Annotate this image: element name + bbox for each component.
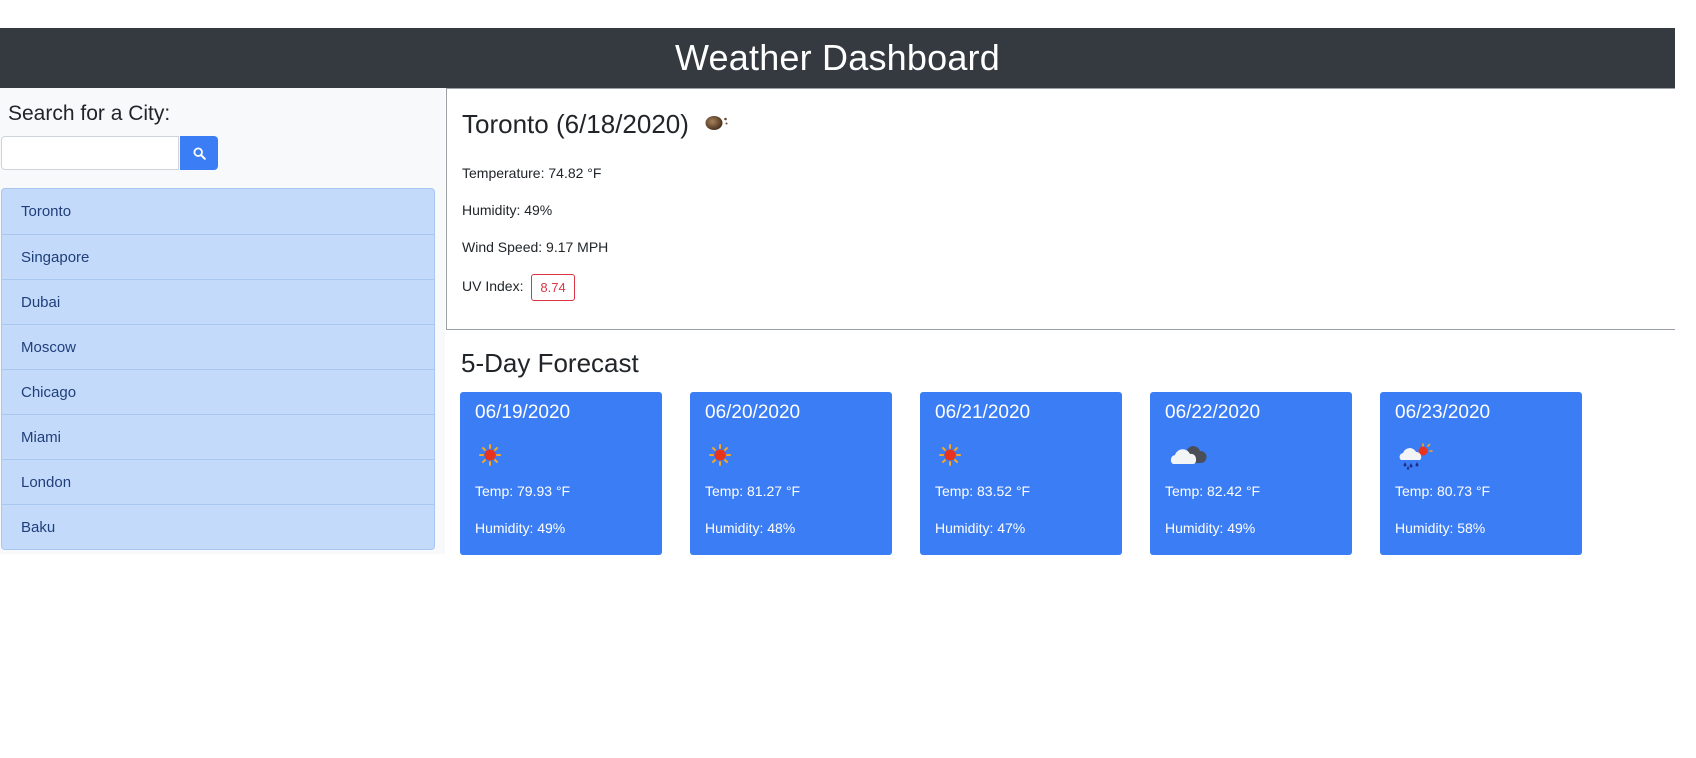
- moon-clear-icon: [703, 109, 731, 140]
- forecast-humidity: Humidity: 48%: [705, 520, 796, 536]
- forecast-humidity: Humidity: 49%: [1165, 520, 1256, 536]
- forecast-title: 5-Day Forecast: [461, 348, 639, 378]
- city-history-list: Toronto Singapore Dubai Moscow Chicago M…: [1, 188, 435, 550]
- current-humidity: Humidity: 49%: [462, 202, 553, 218]
- forecast-humidity: Humidity: 49%: [475, 520, 566, 536]
- forecast-date: 06/21/2020: [935, 402, 1031, 423]
- forecast-humidity: Humidity: 58%: [1395, 520, 1486, 536]
- city-item-baku[interactable]: Baku: [2, 504, 434, 549]
- forecast-date: 06/20/2020: [705, 402, 801, 423]
- city-item-london[interactable]: London: [2, 459, 434, 504]
- current-temperature: Temperature: 74.82 °F: [462, 165, 602, 181]
- cloudy-icon: [1167, 442, 1211, 473]
- forecast-humidity: Humidity: 47%: [935, 520, 1026, 536]
- search-title: Search for a City:: [8, 102, 171, 125]
- page: Weather Dashboard Search for a City: Tor…: [0, 0, 1696, 758]
- forecast-temp: Temp: 82.42 °F: [1165, 483, 1261, 499]
- forecast-temp: Temp: 81.27 °F: [705, 483, 801, 499]
- current-uv-row: UV Index: 8.74: [462, 274, 575, 301]
- page-title: Weather Dashboard: [675, 37, 1000, 78]
- city-item-moscow[interactable]: Moscow: [2, 324, 434, 369]
- city-item-miami[interactable]: Miami: [2, 414, 434, 459]
- city-search-input[interactable]: [1, 136, 179, 170]
- forecast-card: 06/22/2020 Temp: 82.42 °F Humidity: 49%: [1150, 392, 1352, 555]
- app-header: Weather Dashboard: [0, 28, 1675, 88]
- uv-index-label: UV Index:: [462, 278, 524, 295]
- forecast-temp: Temp: 80.73 °F: [1395, 483, 1491, 499]
- current-weather-title: Toronto (6/18/2020): [462, 109, 731, 140]
- search-sidebar: Search for a City: Toronto Singapore Dub…: [0, 88, 445, 554]
- forecast-card: 06/21/2020 Temp: 83.52 °F Humidity: 47%: [920, 392, 1122, 555]
- forecast-temp: Temp: 83.52 °F: [935, 483, 1031, 499]
- city-item-chicago[interactable]: Chicago: [2, 369, 434, 414]
- current-weather-panel: Toronto (6/18/2020) Temperature: 74.82 °…: [446, 88, 1675, 330]
- forecast-card: 06/23/2020 Temp: 80.73 °F Humidity: 58%: [1380, 392, 1582, 555]
- search-icon: [192, 146, 206, 160]
- sun-rain-icon: [1397, 442, 1435, 475]
- forecast-card: 06/19/2020 Temp: 79.93 °F Humidity: 49%: [460, 392, 662, 555]
- city-item-dubai[interactable]: Dubai: [2, 279, 434, 324]
- current-wind-speed: Wind Speed: 9.17 MPH: [462, 239, 609, 255]
- city-item-singapore[interactable]: Singapore: [2, 234, 434, 279]
- forecast-date: 06/19/2020: [475, 402, 571, 423]
- city-item-toronto[interactable]: Toronto: [2, 189, 434, 234]
- forecast-card: 06/20/2020 Temp: 81.27 °F Humidity: 48%: [690, 392, 892, 555]
- current-city-date: Toronto (6/18/2020): [462, 109, 689, 139]
- search-button[interactable]: [180, 136, 218, 170]
- forecast-date: 06/23/2020: [1395, 402, 1491, 423]
- sun-icon: [707, 442, 733, 473]
- sun-icon: [937, 442, 963, 473]
- forecast-date: 06/22/2020: [1165, 402, 1261, 423]
- uv-index-badge: 8.74: [531, 274, 575, 301]
- sun-icon: [477, 442, 503, 473]
- forecast-temp: Temp: 79.93 °F: [475, 483, 571, 499]
